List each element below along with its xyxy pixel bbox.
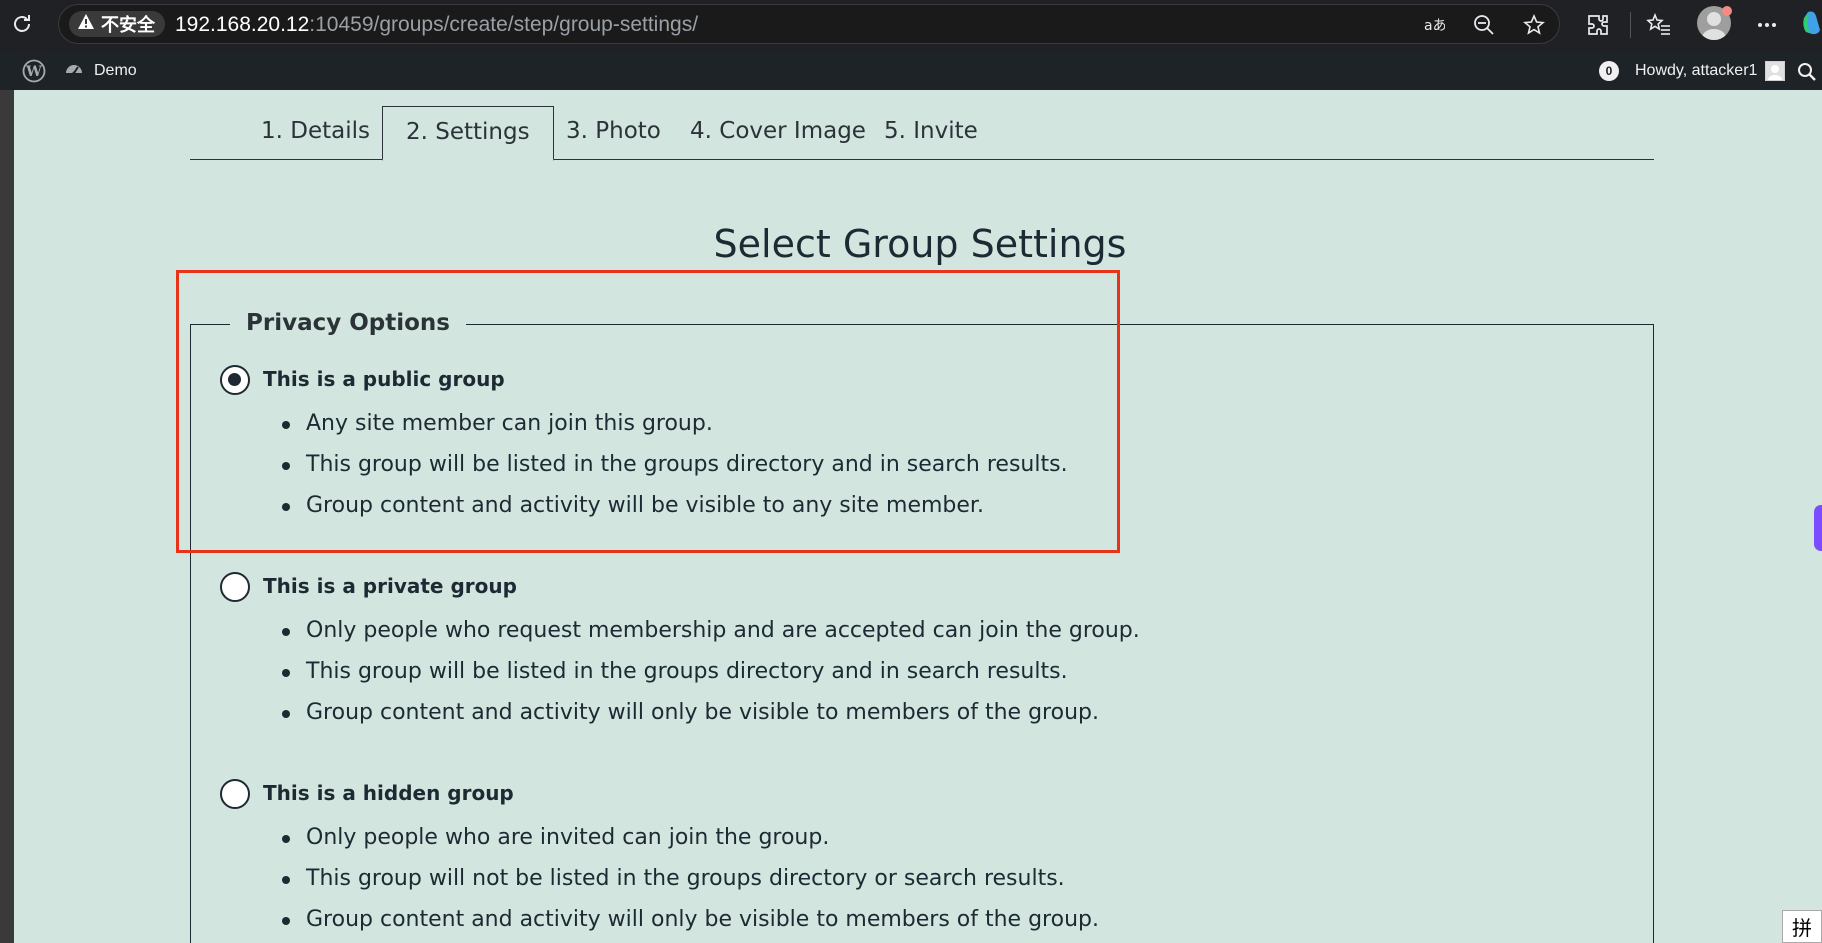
toolbar-divider <box>1630 12 1631 38</box>
svg-text:W: W <box>25 64 42 80</box>
read-aloud-icon[interactable]: aあ <box>1423 14 1445 36</box>
hidden-group-radio[interactable] <box>220 779 250 809</box>
address-bar[interactable]: 不安全 192.168.20.12:10459/groups/create/st… <box>58 4 1560 44</box>
security-label: 不安全 <box>101 15 155 36</box>
favorite-star-icon[interactable] <box>1523 14 1545 36</box>
list-item: Only people who request membership and a… <box>282 616 1140 657</box>
page-title: Select Group Settings <box>713 222 1127 266</box>
wordpress-logo-icon[interactable]: W <box>22 59 46 83</box>
howdy-text: Howdy, attacker1 <box>1635 62 1758 79</box>
reload-icon[interactable] <box>8 10 36 38</box>
hidden-group-details: Only people who are invited can join the… <box>282 823 1099 943</box>
site-name: Demo <box>94 62 137 79</box>
annotation-highlight-box <box>176 270 1120 553</box>
list-item: Group content and activity will only be … <box>282 698 1140 739</box>
wp-admin-bar: W Demo 0 Howdy, attacker1 <box>0 52 1822 90</box>
list-item: This group will not be listed in the gro… <box>282 864 1099 905</box>
tab-cover-image[interactable]: 4. Cover Image <box>690 104 866 160</box>
svg-text:aあ: aあ <box>1424 18 1445 34</box>
url-path: :10459/groups/create/step/group-settings… <box>309 13 699 36</box>
url-text[interactable]: 192.168.20.12:10459/groups/create/step/g… <box>175 13 698 37</box>
more-menu-icon[interactable] <box>1751 9 1783 41</box>
zoom-out-icon[interactable] <box>1473 14 1495 36</box>
list-item: Group content and activity will only be … <box>282 905 1099 943</box>
my-account-menu[interactable]: Howdy, attacker1 <box>1635 52 1786 90</box>
tab-details[interactable]: 1. Details <box>261 104 370 160</box>
extensions-icon[interactable] <box>1582 9 1614 41</box>
sidebar-peek-icon <box>1814 505 1822 551</box>
ime-indicator: 拼 <box>1782 910 1822 943</box>
private-group-label[interactable]: This is a private group <box>263 574 517 598</box>
admin-search-icon[interactable] <box>1796 61 1818 83</box>
group-creation-steps: 1. Details 2. Settings 3. Photo 4. Cover… <box>190 104 1654 161</box>
list-item: This group will be listed in the groups … <box>282 657 1140 698</box>
private-group-radio[interactable] <box>220 572 250 602</box>
tab-invite[interactable]: 5. Invite <box>884 104 978 160</box>
notification-count-badge[interactable]: 0 <box>1599 61 1619 81</box>
browser-toolbar: 不安全 192.168.20.12:10459/groups/create/st… <box>0 0 1822 52</box>
list-item: Only people who are invited can join the… <box>282 823 1099 864</box>
site-security-chip[interactable]: 不安全 <box>69 11 165 37</box>
profile-status-dot <box>1722 6 1732 16</box>
favorites-icon[interactable] <box>1643 9 1675 41</box>
user-avatar <box>1765 61 1786 81</box>
site-name-menu[interactable]: Demo <box>64 52 137 90</box>
private-group-details: Only people who request membership and a… <box>282 616 1140 739</box>
copilot-icon[interactable] <box>1800 8 1822 38</box>
window-edge <box>0 90 14 943</box>
dashboard-icon <box>64 59 84 83</box>
warning-icon <box>77 13 95 35</box>
tab-photo[interactable]: 3. Photo <box>566 104 661 160</box>
hidden-group-label[interactable]: This is a hidden group <box>263 781 514 805</box>
tab-settings[interactable]: 2. Settings <box>382 106 554 161</box>
url-host: 192.168.20.12 <box>175 13 310 36</box>
